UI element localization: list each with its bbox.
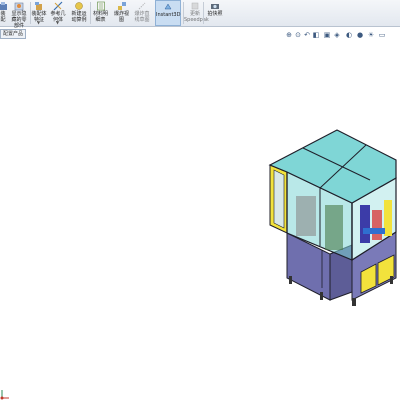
explode-line-sketch-button[interactable]: 爆炸直 线草图 — [133, 0, 151, 26]
previous-view-icon[interactable]: ↶ — [303, 31, 311, 39]
take-snapshot-button[interactable]: 拍快照 — [205, 0, 225, 26]
camera-icon — [211, 4, 219, 9]
explode-line-sketch-label: 爆炸直 线草图 — [134, 11, 150, 23]
machine-assembly-model[interactable] — [0, 41, 400, 400]
exploded-view-icon — [117, 2, 126, 10]
assembly-features-icon — [35, 2, 42, 10]
display-style-icon[interactable]: ◈ — [333, 31, 341, 39]
exploded-view-label: 爆炸视 图 — [113, 11, 129, 23]
view-orientation-icon[interactable]: ▣ — [323, 31, 331, 39]
bill-of-materials-icon — [96, 1, 105, 11]
display-settings-icon[interactable]: ▭ — [378, 31, 386, 39]
assembly-icon — [0, 2, 7, 10]
motion-study-icon — [75, 2, 83, 10]
section-view-icon[interactable]: ◧ — [312, 31, 320, 39]
assembly-button[interactable]: 装 配 — [0, 0, 8, 26]
bill-of-materials-button[interactable]: 材料明 细表 — [92, 0, 109, 26]
toolbar-separator — [90, 2, 91, 24]
new-motion-study-label: 新建运 动算例 — [71, 11, 87, 23]
toolbar-separator — [203, 2, 204, 24]
zoom-area-icon[interactable]: ⊙ — [294, 31, 302, 39]
exploded-view-button[interactable]: 爆炸视 图 — [113, 0, 130, 26]
instant3d-icon — [164, 3, 172, 10]
coordinate-triad-icon — [0, 390, 9, 400]
show-hidden-components-icon — [14, 2, 24, 11]
instant3d-label: Instant3D — [156, 12, 181, 18]
take-snapshot-label: 拍快照 — [207, 11, 223, 17]
update-speedpak-icon — [191, 2, 199, 10]
command-manager-ribbon: 装 配 显示隐 藏的零 部件 装配体 特征 ▼ 参考几 何体 ▼ 新建运 动算例… — [0, 0, 400, 29]
show-hidden-components-button[interactable]: 显示隐 藏的零 部件 — [10, 0, 28, 29]
graphics-area[interactable] — [0, 41, 400, 400]
reference-geometry-icon — [53, 1, 63, 11]
hide-show-icon[interactable]: ◐ — [345, 31, 353, 39]
assembly-button-label: 装 配 — [0, 11, 6, 23]
reference-geometry-dropdown-icon[interactable]: ▼ — [56, 20, 59, 25]
tab-configure-product[interactable]: 配置产品 — [0, 29, 27, 39]
show-hidden-components-label: 显示隐 藏的零 部件 — [11, 11, 27, 29]
assembly-features-dropdown-icon[interactable]: ▼ — [37, 20, 40, 25]
edit-appearance-icon[interactable]: ● — [356, 31, 364, 39]
scene-icon[interactable]: ☀ — [367, 31, 375, 39]
instant3d-button[interactable]: Instant3D — [155, 0, 181, 26]
new-motion-study-button[interactable]: 新建运 动算例 — [70, 0, 88, 26]
zoom-fit-icon[interactable]: ⊕ — [285, 31, 293, 39]
bill-of-materials-label: 材料明 细表 — [92, 11, 108, 23]
explode-line-sketch-icon — [138, 2, 146, 10]
